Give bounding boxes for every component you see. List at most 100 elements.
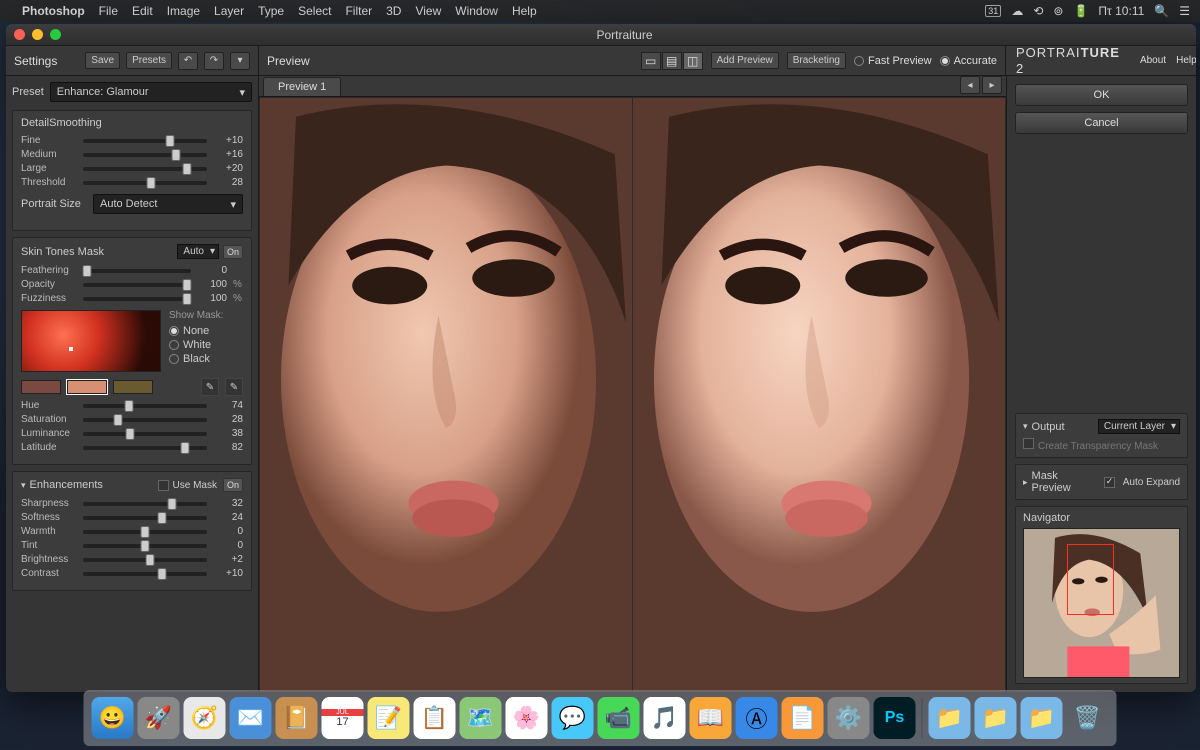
dock-folder3-icon[interactable]: 📁 bbox=[1021, 697, 1063, 739]
view-single-button[interactable]: ▭ bbox=[641, 52, 661, 70]
menu-image[interactable]: Image bbox=[167, 4, 200, 18]
add-preview-button[interactable]: Add Preview bbox=[711, 52, 779, 69]
dropdown-icon[interactable]: ▾ bbox=[230, 52, 250, 70]
dock-itunes-icon[interactable]: 🎵 bbox=[644, 697, 686, 739]
portrait-size-select[interactable]: Auto Detect bbox=[93, 194, 243, 214]
dock-photos-icon[interactable]: 🌸 bbox=[506, 697, 548, 739]
dock-reminders-icon[interactable]: 📋 bbox=[414, 697, 456, 739]
help-link[interactable]: Help bbox=[1176, 55, 1196, 66]
auto-expand-checkbox[interactable] bbox=[1104, 477, 1115, 488]
mask-white-radio[interactable]: White bbox=[169, 339, 223, 351]
menu-window[interactable]: Window bbox=[455, 4, 498, 18]
dock-facetime-icon[interactable]: 📹 bbox=[598, 697, 640, 739]
st-bot-slider-2[interactable] bbox=[83, 432, 207, 436]
st-top-slider-1[interactable] bbox=[83, 283, 191, 287]
dock-notes-icon[interactable]: 📝 bbox=[368, 697, 410, 739]
dock-folder1-icon[interactable]: 📁 bbox=[929, 697, 971, 739]
dock-settings-icon[interactable]: ⚙️ bbox=[828, 697, 870, 739]
ds-slider-2[interactable] bbox=[83, 167, 207, 171]
about-link[interactable]: About bbox=[1140, 55, 1166, 66]
undo-icon[interactable]: ↶ bbox=[178, 52, 198, 70]
cancel-button[interactable]: Cancel bbox=[1015, 112, 1188, 134]
st-top-slider-2[interactable] bbox=[83, 297, 191, 301]
use-mask-checkbox[interactable] bbox=[158, 480, 169, 491]
dock-maps-icon[interactable]: 🗺️ bbox=[460, 697, 502, 739]
menu-type[interactable]: Type bbox=[258, 4, 284, 18]
ok-button[interactable]: OK bbox=[1015, 84, 1188, 106]
preset-select[interactable]: Enhance: Glamour bbox=[50, 82, 252, 102]
dock-finder-icon[interactable]: 😀 bbox=[92, 697, 134, 739]
menu-extras-icon[interactable]: ☰ bbox=[1179, 4, 1190, 18]
window-close-button[interactable] bbox=[14, 29, 25, 40]
view-split-button[interactable]: ◫ bbox=[683, 52, 703, 70]
st-bot-slider-3[interactable] bbox=[83, 446, 207, 450]
menu-layer[interactable]: Layer bbox=[214, 4, 244, 18]
dock-appstore-icon[interactable]: Ⓐ bbox=[736, 697, 778, 739]
mask-black-radio[interactable]: Black bbox=[169, 353, 223, 365]
en-slider-0[interactable] bbox=[83, 502, 207, 506]
wifi-icon[interactable]: ⊚ bbox=[1053, 4, 1063, 18]
swatch-1[interactable] bbox=[21, 380, 61, 394]
menu-edit[interactable]: Edit bbox=[132, 4, 153, 18]
menu-3d[interactable]: 3D bbox=[386, 4, 401, 18]
ds-slider-0[interactable] bbox=[83, 139, 207, 143]
output-target-select[interactable]: Current Layer bbox=[1098, 419, 1180, 434]
presets-button[interactable]: Presets bbox=[126, 52, 172, 69]
swatch-2[interactable] bbox=[67, 380, 107, 394]
color-gradient-picker[interactable] bbox=[21, 310, 161, 372]
dock-mail-icon[interactable]: ✉️ bbox=[230, 697, 272, 739]
en-slider-4[interactable] bbox=[83, 558, 207, 562]
skin-tones-on-toggle[interactable]: On bbox=[223, 245, 243, 259]
fast-preview-radio[interactable]: Fast Preview bbox=[854, 55, 932, 67]
redo-icon[interactable]: ↷ bbox=[204, 52, 224, 70]
menu-view[interactable]: View bbox=[415, 4, 441, 18]
dock-contacts-icon[interactable]: 📔 bbox=[276, 697, 318, 739]
dock-photoshop-icon[interactable]: Ps bbox=[874, 697, 916, 739]
sync-icon[interactable]: ⟲ bbox=[1033, 4, 1043, 18]
dock-messages-icon[interactable]: 💬 bbox=[552, 697, 594, 739]
st-top-slider-0[interactable] bbox=[83, 269, 191, 273]
spotlight-icon[interactable]: 🔍 bbox=[1154, 4, 1169, 18]
preview-tab[interactable]: Preview 1 bbox=[263, 77, 341, 96]
dock-ibooks-icon[interactable]: 📖 bbox=[690, 697, 732, 739]
en-slider-1[interactable] bbox=[83, 516, 207, 520]
save-button[interactable]: Save bbox=[85, 52, 120, 69]
dock-folder2-icon[interactable]: 📁 bbox=[975, 697, 1017, 739]
swatch-3[interactable] bbox=[113, 380, 153, 394]
dock-safari-icon[interactable]: 🧭 bbox=[184, 697, 226, 739]
dock-pages-icon[interactable]: 📄 bbox=[782, 697, 824, 739]
skin-tones-mode-select[interactable]: Auto bbox=[177, 244, 219, 259]
ds-slider-1[interactable] bbox=[83, 153, 207, 157]
view-stacked-button[interactable]: ▤ bbox=[662, 52, 682, 70]
eyedropper-minus-icon[interactable]: ✎ bbox=[225, 378, 243, 396]
disclosure-icon[interactable]: ▾ bbox=[21, 480, 26, 491]
en-slider-5[interactable] bbox=[83, 572, 207, 576]
menu-filter[interactable]: Filter bbox=[345, 4, 372, 18]
eyedropper-icon[interactable]: ✎ bbox=[201, 378, 219, 396]
st-bot-slider-1[interactable] bbox=[83, 418, 207, 422]
cloud-icon[interactable]: ☁ bbox=[1011, 4, 1023, 18]
tab-next-icon[interactable]: ▸ bbox=[982, 76, 1002, 94]
menu-file[interactable]: File bbox=[99, 4, 118, 18]
disclosure-icon[interactable]: ▸ bbox=[1023, 477, 1028, 488]
calendar-icon[interactable]: 31 bbox=[985, 5, 1001, 17]
en-slider-3[interactable] bbox=[83, 544, 207, 548]
preview-before[interactable] bbox=[260, 98, 632, 692]
dock-trash-icon[interactable]: 🗑️ bbox=[1067, 697, 1109, 739]
window-minimize-button[interactable] bbox=[32, 29, 43, 40]
dock-launchpad-icon[interactable]: 🚀 bbox=[138, 697, 180, 739]
battery-icon[interactable]: 🔋 bbox=[1073, 4, 1088, 18]
accurate-radio[interactable]: Accurate bbox=[940, 55, 997, 67]
clock[interactable]: Πτ 10:11 bbox=[1098, 4, 1144, 18]
dock-calendar-icon[interactable]: JUL17 bbox=[322, 697, 364, 739]
en-slider-2[interactable] bbox=[83, 530, 207, 534]
mask-none-radio[interactable]: None bbox=[169, 325, 223, 337]
navigator-thumbnail[interactable] bbox=[1023, 528, 1180, 678]
menubar-app-name[interactable]: Photoshop bbox=[22, 4, 85, 18]
menu-help[interactable]: Help bbox=[512, 4, 537, 18]
enhancements-on-toggle[interactable]: On bbox=[223, 478, 243, 492]
window-zoom-button[interactable] bbox=[50, 29, 61, 40]
bracketing-button[interactable]: Bracketing bbox=[787, 52, 846, 69]
preview-after[interactable] bbox=[633, 98, 1005, 692]
disclosure-icon[interactable]: ▾ bbox=[1023, 421, 1028, 432]
